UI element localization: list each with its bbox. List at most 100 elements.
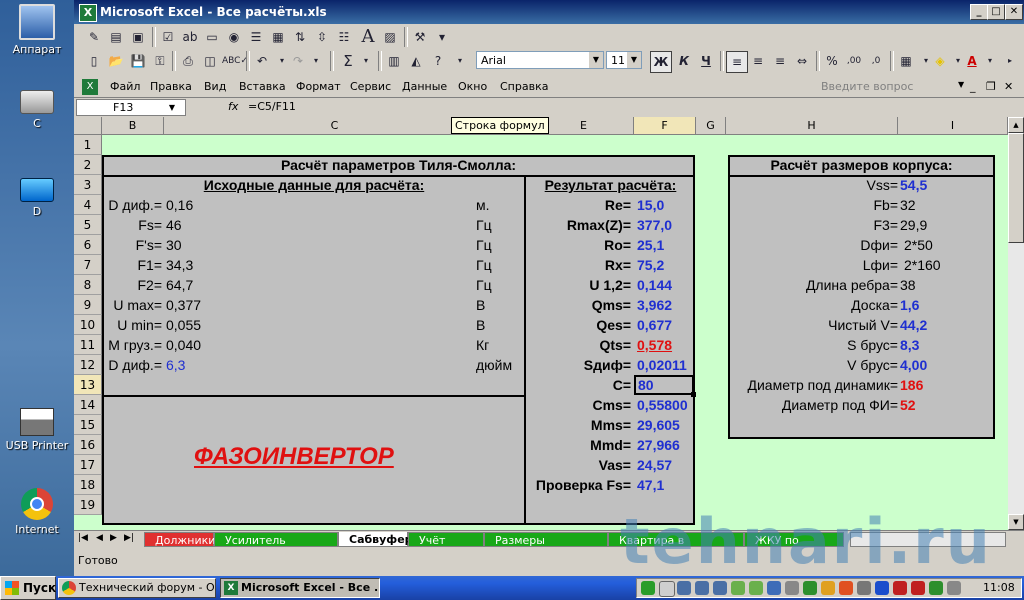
input-value[interactable]: 64,7	[166, 275, 193, 295]
sheet-tab[interactable]: Размеры квартиры	[484, 532, 608, 562]
menu-file[interactable]: Файл	[110, 80, 140, 93]
result-value[interactable]: 24,57	[637, 455, 672, 475]
more-icon[interactable]: ▾	[432, 27, 452, 47]
body-value[interactable]: 52	[900, 395, 916, 415]
vertical-scrollbar[interactable]: ▲ ▼	[1008, 117, 1024, 530]
input-value[interactable]: 0,040	[166, 335, 201, 355]
input-value[interactable]: 34,3	[166, 255, 193, 275]
app-icon[interactable]	[839, 581, 853, 595]
result-value[interactable]: 27,966	[637, 435, 680, 455]
taskbar-item-excel[interactable]: X Microsoft Excel - Все ...	[220, 578, 380, 598]
menu-data[interactable]: Данные	[402, 80, 447, 93]
result-value[interactable]: 25,1	[637, 235, 664, 255]
app-icon[interactable]	[821, 581, 835, 595]
font-color-button[interactable]: A	[962, 51, 982, 71]
sheet-tab[interactable]: Должники	[144, 532, 215, 547]
doc-restore-button[interactable]: ❐	[986, 80, 996, 93]
body-value[interactable]: 8,3	[900, 335, 919, 355]
sheet-tab[interactable]: ЖКУ по Чехов	[744, 532, 844, 562]
row-header[interactable]: 11	[74, 335, 102, 355]
row-header[interactable]: 16	[74, 435, 102, 455]
row-header[interactable]: 13	[74, 375, 102, 395]
app-icon[interactable]	[731, 581, 745, 595]
scrollbar-icon[interactable]: ⇅	[290, 27, 310, 47]
row-header[interactable]: 12	[74, 355, 102, 375]
app-icon[interactable]	[785, 581, 799, 595]
bluetooth-icon[interactable]	[875, 581, 889, 595]
desktop-icon-c[interactable]: C	[0, 84, 74, 130]
result-value[interactable]: 377,0	[637, 215, 672, 235]
body-value[interactable]: 32	[900, 195, 916, 215]
active-cell-f13[interactable]: 80	[634, 375, 696, 397]
taskbar-item-chrome[interactable]: Технический форум - О...	[58, 578, 216, 598]
input-value[interactable]: 0,377	[166, 295, 201, 315]
column-header[interactable]: E	[534, 117, 634, 135]
result-value[interactable]: 47,1	[637, 475, 664, 495]
desktop-icon-apparat[interactable]: Аппарат	[0, 4, 74, 56]
align-center-button[interactable]: ≡	[748, 51, 768, 71]
row-header[interactable]: 19	[74, 495, 102, 515]
result-value[interactable]: 0,02011	[637, 355, 687, 375]
scroll-thumb[interactable]	[1008, 133, 1024, 243]
next-sheet-icon[interactable]: ▶	[110, 533, 117, 543]
input-value[interactable]: 46	[166, 215, 182, 235]
body-value[interactable]: 186	[900, 375, 923, 395]
underline-button[interactable]: Ч	[696, 51, 716, 71]
undo-icon[interactable]: ↶	[252, 51, 272, 71]
wordart-icon[interactable]: A	[358, 27, 378, 47]
menu-window[interactable]: Окно	[458, 80, 487, 93]
row-header[interactable]: 4	[74, 195, 102, 215]
spinner-icon[interactable]: ⇳	[312, 27, 332, 47]
scroll-up-icon[interactable]: ▲	[1008, 117, 1024, 133]
select-all-corner[interactable]	[74, 117, 102, 135]
clock[interactable]: 11:08	[983, 581, 1015, 594]
input-value[interactable]: 0,16	[166, 195, 193, 215]
check-icon[interactable]	[803, 581, 817, 595]
protect-icon[interactable]: ▣	[128, 27, 148, 47]
autosum-dropdown-icon[interactable]: ▾	[356, 51, 376, 71]
minimize-button[interactable]: _	[970, 4, 988, 20]
worksheet-grid[interactable]: B C D E F G H I 1 2 3 4 5 6 7 8 9 10 11 …	[74, 117, 1008, 530]
picture-icon[interactable]: ▨	[380, 27, 400, 47]
row-header[interactable]: 7	[74, 255, 102, 275]
italic-button[interactable]: К	[674, 51, 694, 71]
draw-icon[interactable]: ✎	[84, 27, 104, 47]
column-header[interactable]: H	[726, 117, 898, 135]
redo-dropdown-icon[interactable]: ▾	[306, 51, 326, 71]
textfield-icon[interactable]: ab	[180, 27, 200, 47]
document-icon[interactable]: X	[82, 79, 98, 95]
percent-button[interactable]: %	[822, 51, 842, 71]
properties-icon[interactable]: ☷	[334, 27, 354, 47]
prev-sheet-icon[interactable]: ◀	[96, 533, 103, 543]
drawing-icon[interactable]: ◭	[406, 51, 426, 71]
sheet-tab[interactable]: Учёт воды	[408, 532, 484, 562]
app-icon[interactable]	[929, 581, 943, 595]
formula-input[interactable]: =C5/F11	[248, 100, 296, 113]
tools-icon[interactable]: ⚒	[410, 27, 430, 47]
column-header[interactable]: B	[102, 117, 164, 135]
network-icon[interactable]	[677, 581, 691, 595]
merge-center-button[interactable]: ⇔	[792, 51, 812, 71]
borders-button[interactable]: ▦	[896, 51, 916, 71]
function-icon[interactable]: fx	[228, 100, 238, 113]
row-header[interactable]: 3	[74, 175, 102, 195]
keyboard-icon[interactable]	[659, 581, 675, 597]
button-icon[interactable]: ▭	[202, 27, 222, 47]
app-icon[interactable]	[893, 581, 907, 595]
row-header[interactable]: 2	[74, 155, 102, 175]
chevron-down-icon[interactable]: ▼	[958, 80, 964, 89]
spelling-icon[interactable]: ABC✓	[222, 51, 248, 71]
row-header[interactable]: 18	[74, 475, 102, 495]
new-icon[interactable]: ▯	[84, 51, 104, 71]
open-icon[interactable]: 📂	[106, 51, 126, 71]
input-value[interactable]: 6,3	[166, 355, 185, 375]
result-value[interactable]: 3,962	[637, 295, 672, 315]
monitor-icon[interactable]	[713, 581, 727, 595]
row-header[interactable]: 10	[74, 315, 102, 335]
increase-decimal-button[interactable]: ,00	[844, 51, 864, 71]
body-value[interactable]: 1,6	[900, 295, 919, 315]
name-box[interactable]: F13 ▼	[76, 99, 186, 116]
result-value[interactable]: 0,144	[637, 275, 672, 295]
column-header[interactable]: I	[898, 117, 1008, 135]
scroll-down-icon[interactable]: ▼	[1008, 514, 1024, 530]
